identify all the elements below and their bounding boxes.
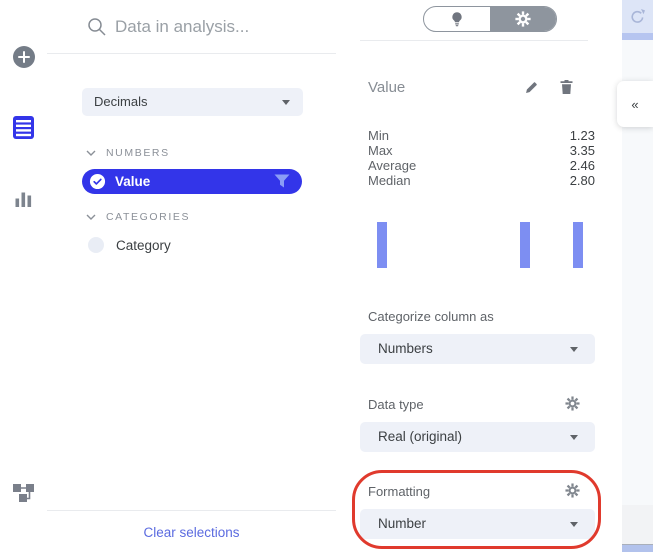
chevron-down-icon <box>570 347 578 352</box>
statusbar-edge <box>622 544 653 552</box>
data-type-dropdown[interactable]: Real (original) <box>360 422 595 452</box>
plus-circle-icon <box>13 46 35 68</box>
gear-icon <box>515 11 531 27</box>
formatting-dropdown-value: Number <box>378 516 426 531</box>
stat-row-min: Min 1.23 <box>368 128 595 143</box>
histogram-bar <box>573 222 583 268</box>
search-input[interactable] <box>113 12 317 42</box>
gear-icon <box>565 396 580 411</box>
data-type-dropdown-value: Real (original) <box>378 429 462 444</box>
stat-label: Max <box>368 143 393 158</box>
categorize-dropdown-value: Numbers <box>378 341 433 356</box>
stat-row-average: Average 2.46 <box>368 158 595 173</box>
stat-label: Min <box>368 128 389 143</box>
search-bar <box>47 0 336 54</box>
panel-edge-block <box>622 505 653 544</box>
add-data-button[interactable] <box>0 46 47 68</box>
section-label: CATEGORIES <box>106 211 190 223</box>
column-title: Value <box>368 79 405 96</box>
stat-label: Average <box>368 158 416 173</box>
lightbulb-icon <box>449 11 465 27</box>
stat-value: 3.35 <box>570 143 595 158</box>
refresh-icon <box>629 8 646 25</box>
formatting-settings-button[interactable] <box>565 483 580 498</box>
column-stats: Min 1.23 Max 3.35 Average 2.46 Median 2.… <box>368 128 595 188</box>
data-canvas-icon <box>13 481 34 505</box>
distribution-histogram <box>360 210 595 268</box>
data-type-settings-button[interactable] <box>565 396 580 411</box>
activity-rail <box>0 0 48 552</box>
chevron-down-icon <box>86 214 96 220</box>
formatting-dropdown[interactable]: Number <box>360 509 595 539</box>
settings-toggle[interactable] <box>490 7 556 31</box>
stat-row-max: Max 3.35 <box>368 143 595 158</box>
dataset-selector[interactable]: Decimals <box>82 88 303 116</box>
data-in-analysis-button[interactable] <box>0 116 47 142</box>
section-label: NUMBERS <box>106 147 170 159</box>
stat-row-median: Median 2.80 <box>368 173 595 188</box>
toolbar-edge <box>622 33 653 40</box>
bar-chart-icon <box>15 190 32 210</box>
histogram-bar <box>377 222 387 268</box>
visualization-types-button[interactable] <box>0 190 47 210</box>
section-header-categories[interactable]: CATEGORIES <box>86 210 190 224</box>
divider <box>360 40 588 41</box>
formatting-label: Formatting <box>368 484 430 499</box>
chevron-down-icon <box>570 522 578 527</box>
app-root: Decimals NUMBERS Value CATEGORIES Catego… <box>0 0 653 552</box>
delete-column-button[interactable] <box>559 79 574 95</box>
collapse-chevrons-icon: « <box>631 97 638 112</box>
chevron-down-icon <box>86 150 96 156</box>
histogram-bar <box>520 222 530 268</box>
check-circle-icon <box>89 173 106 190</box>
dataset-selector-value: Decimals <box>94 94 147 109</box>
categorize-dropdown[interactable]: Numbers <box>360 334 595 364</box>
refresh-button[interactable] <box>622 0 653 33</box>
chevron-down-icon <box>570 435 578 440</box>
section-header-numbers[interactable]: NUMBERS <box>86 146 170 160</box>
data-panel: Decimals NUMBERS Value CATEGORIES Catego… <box>47 0 337 552</box>
column-item-category[interactable]: Category <box>88 236 171 254</box>
pencil-icon <box>524 80 539 95</box>
column-item-label: Category <box>116 238 171 253</box>
data-panel-footer: Clear selections <box>47 510 336 552</box>
column-item-label: Value <box>115 174 150 189</box>
data-list-icon <box>13 116 34 142</box>
search-icon <box>87 17 106 36</box>
stat-value: 2.46 <box>570 158 595 173</box>
clear-selections-link[interactable]: Clear selections <box>143 525 239 540</box>
column-details-panel: Value Min 1.23 Max 3.35 Average 2.46 Med… <box>336 0 622 552</box>
trash-icon <box>559 79 574 95</box>
chevron-down-icon <box>282 100 290 105</box>
collapse-panel-button[interactable]: « <box>617 81 653 127</box>
gear-icon <box>565 483 580 498</box>
panel-mode-toggle <box>423 6 557 32</box>
data-canvas-button[interactable] <box>0 481 47 505</box>
stat-value: 2.80 <box>570 173 595 188</box>
filter-funnel-icon[interactable] <box>274 174 290 193</box>
data-type-label: Data type <box>368 397 424 412</box>
recommendations-toggle[interactable] <box>424 7 490 31</box>
category-circle-icon <box>88 237 104 253</box>
stat-value: 1.23 <box>570 128 595 143</box>
stat-label: Median <box>368 173 411 188</box>
rename-column-button[interactable] <box>524 80 539 95</box>
column-item-value[interactable]: Value <box>82 169 302 194</box>
categorize-label: Categorize column as <box>368 309 494 324</box>
